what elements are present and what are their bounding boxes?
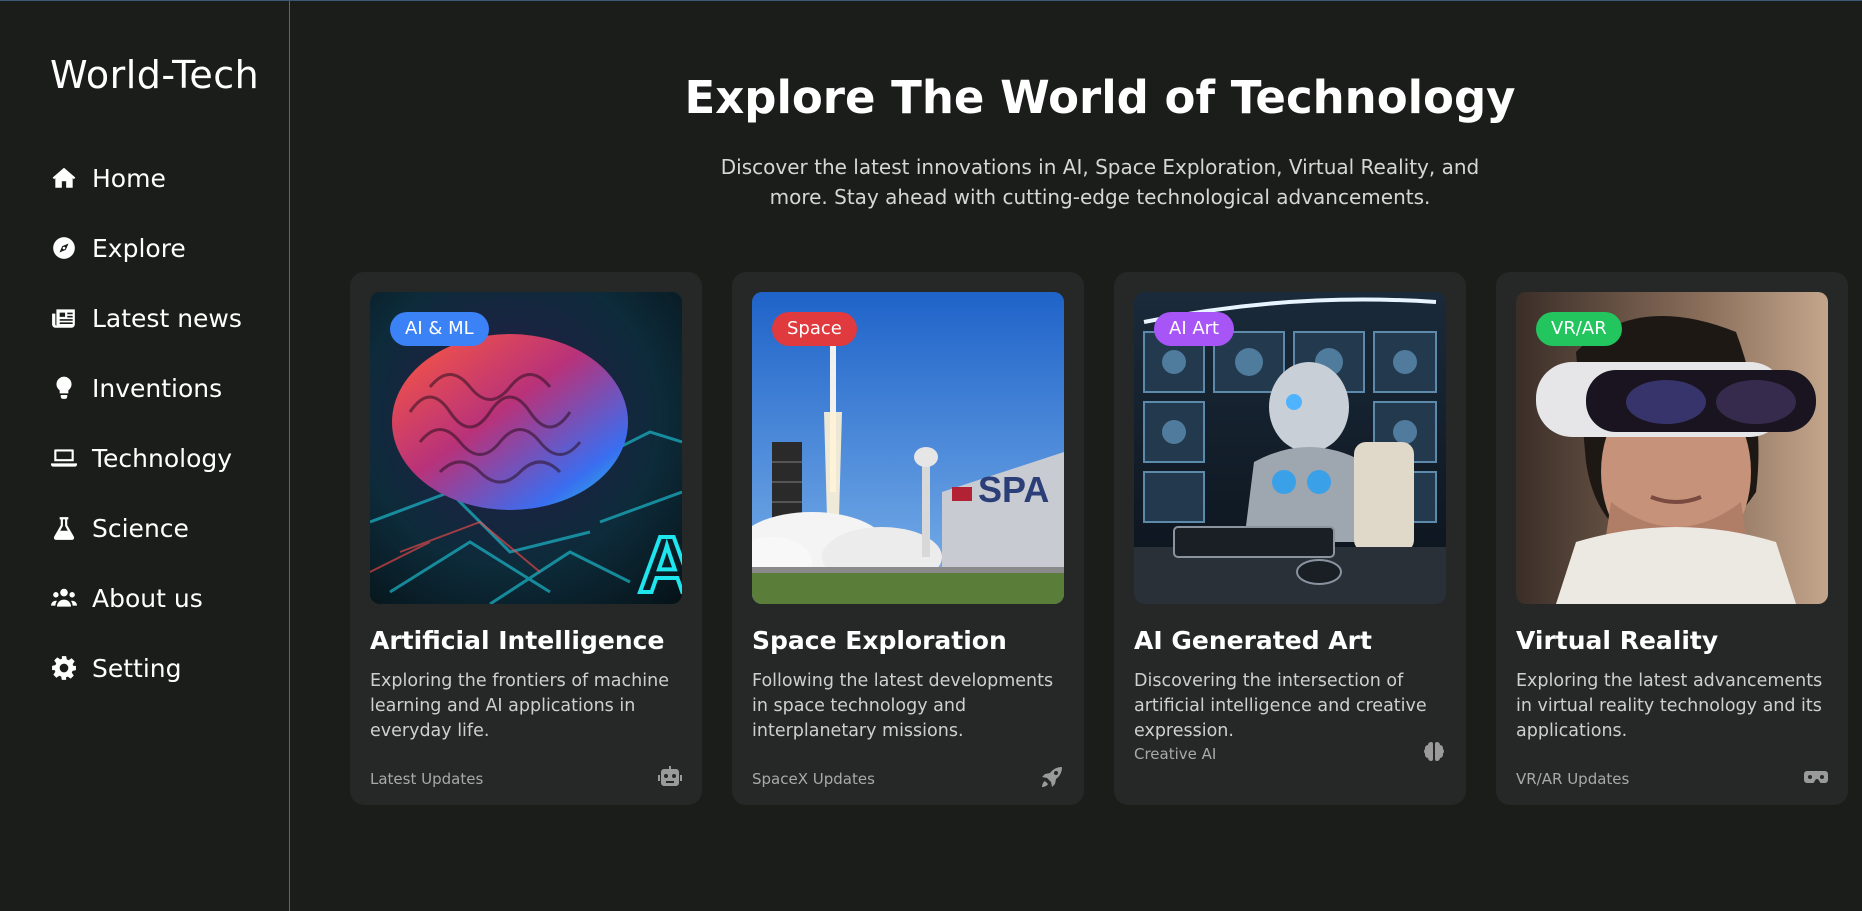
card-description: Following the latest developments in spa… bbox=[752, 671, 1054, 741]
card-ai-generated-art[interactable]: AI Art AI Generated Art Discovering the … bbox=[1114, 272, 1466, 805]
sidebar: World-Tech Home Explore Latest news Inve… bbox=[0, 1, 290, 911]
page-title: Explore The World of Technology bbox=[684, 71, 1516, 124]
card-footer-label: Latest Updates bbox=[370, 770, 484, 788]
sidebar-item-label: Latest news bbox=[92, 303, 242, 333]
sidebar-item-explore[interactable]: Explore bbox=[50, 213, 242, 283]
users-icon bbox=[50, 584, 78, 612]
sidebar-item-label: Technology bbox=[92, 443, 233, 473]
card-virtual-reality[interactable]: VR/AR Virtual Reality Exploring the late… bbox=[1496, 272, 1848, 805]
sidebar-item-home[interactable]: Home bbox=[50, 143, 242, 213]
sidebar-item-label: Home bbox=[92, 163, 166, 193]
sidebar-item-inventions[interactable]: Inventions bbox=[50, 353, 242, 423]
card-badge: AI & ML bbox=[390, 312, 489, 346]
gear-icon bbox=[50, 654, 78, 682]
card-footer-label: VR/AR Updates bbox=[1516, 770, 1630, 788]
card-space-exploration[interactable]: SPA Space Space Exploration Following th… bbox=[732, 272, 1084, 805]
home-icon bbox=[50, 164, 78, 192]
card-image-rocket: SPA Space bbox=[752, 292, 1064, 604]
lightbulb-icon bbox=[50, 374, 78, 402]
app-root: World-Tech Home Explore Latest news Inve… bbox=[0, 0, 1862, 911]
sidebar-item-label: Setting bbox=[92, 653, 182, 683]
robot-icon[interactable] bbox=[658, 765, 682, 793]
rocket-icon[interactable] bbox=[1040, 765, 1064, 793]
card-title: Space Exploration bbox=[752, 626, 1007, 655]
card-footer: Creative AI bbox=[1134, 740, 1446, 768]
card-title: Virtual Reality bbox=[1516, 626, 1719, 655]
card-footer: SpaceX Updates bbox=[752, 765, 1064, 793]
card-description: Exploring the frontiers of machine learn… bbox=[370, 671, 669, 741]
card-grid: A AI & ML Artificial Intelligence Explor… bbox=[350, 272, 1848, 805]
card-title: Artificial Intelligence bbox=[370, 626, 665, 655]
sidebar-item-about-us[interactable]: About us bbox=[50, 563, 242, 633]
card-footer: Latest Updates bbox=[370, 765, 682, 793]
svg-text:A: A bbox=[638, 520, 682, 604]
sidebar-item-latest-news[interactable]: Latest news bbox=[50, 283, 242, 353]
sidebar-item-label: Explore bbox=[92, 233, 186, 263]
laptop-icon bbox=[50, 444, 78, 472]
flask-icon bbox=[50, 514, 78, 542]
compass-icon bbox=[50, 234, 78, 262]
svg-text:SPA: SPA bbox=[978, 469, 1049, 510]
sidebar-item-label: Science bbox=[92, 513, 189, 543]
sidebar-item-label: Inventions bbox=[92, 373, 223, 403]
card-image-brain: A AI & ML bbox=[370, 292, 682, 604]
brand-logo[interactable]: World-Tech bbox=[50, 53, 259, 97]
sidebar-item-setting[interactable]: Setting bbox=[50, 633, 242, 703]
sidebar-item-science[interactable]: Science bbox=[50, 493, 242, 563]
page-subtitle: Discover the latest innovations in AI, S… bbox=[720, 155, 1480, 209]
card-footer-label: Creative AI bbox=[1134, 745, 1217, 763]
card-title: AI Generated Art bbox=[1134, 626, 1372, 655]
main-content: Explore The World of Technology Discover… bbox=[291, 1, 1862, 911]
sidebar-nav: Home Explore Latest news Inventions Tech… bbox=[50, 143, 242, 703]
brain-icon[interactable] bbox=[1422, 740, 1446, 768]
vr-headset-icon[interactable] bbox=[1804, 765, 1828, 793]
sidebar-item-label: About us bbox=[92, 583, 203, 613]
card-description: Discovering the intersection of artifici… bbox=[1134, 671, 1427, 741]
card-badge: VR/AR bbox=[1536, 312, 1622, 346]
card-image-vr-headset: VR/AR bbox=[1516, 292, 1828, 604]
card-footer-label: SpaceX Updates bbox=[752, 770, 875, 788]
sidebar-item-technology[interactable]: Technology bbox=[50, 423, 242, 493]
card-badge: AI Art bbox=[1154, 312, 1235, 346]
card-description: Exploring the latest advancements in vir… bbox=[1516, 671, 1823, 741]
newspaper-icon bbox=[50, 304, 78, 332]
card-artificial-intelligence[interactable]: A AI & ML Artificial Intelligence Explor… bbox=[350, 272, 702, 805]
card-image-robot: AI Art bbox=[1134, 292, 1446, 604]
card-footer: VR/AR Updates bbox=[1516, 765, 1828, 793]
card-badge: Space bbox=[772, 312, 857, 346]
